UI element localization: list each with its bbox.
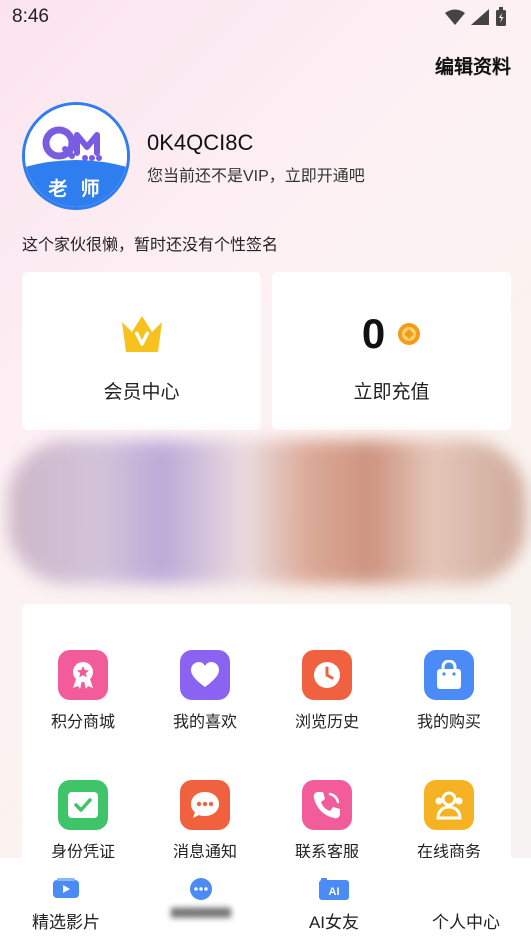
coin-icon <box>398 323 421 345</box>
username: 0K4QCI8C <box>147 130 254 155</box>
status-bar: 8:46 <box>0 0 531 34</box>
chat-icon <box>180 780 230 830</box>
menu-item-identity[interactable]: 身份凭证 <box>22 780 144 862</box>
avatar[interactable]: 老 师 <box>22 102 130 210</box>
tab-label: 精选影片 <box>32 913 100 932</box>
vip-prompt[interactable]: 您当前还不是VIP，立即开通吧 <box>147 162 365 186</box>
menu-label: 我的喜欢 <box>172 714 237 731</box>
tab-label: 个人中心 <box>432 913 500 932</box>
bottom-tab-bar: 精选影片 ▀▀▀▀▀ AI AI女友 个人中心 <box>0 858 531 946</box>
promo-banner[interactable] <box>8 440 526 584</box>
recharge-card[interactable]: 0 立即充值 <box>272 272 511 430</box>
menu-label: 积分商城 <box>50 714 115 731</box>
member-center-card[interactable]: 会员中心 <box>22 272 261 430</box>
menu-item-points-mall[interactable]: 积分商城 <box>22 650 144 732</box>
clock-icon <box>302 650 352 700</box>
tab-label: AI女友 <box>308 913 360 932</box>
wifi-icon <box>445 9 465 25</box>
badge-icon <box>58 650 108 700</box>
menu-item-purchases[interactable]: 我的购买 <box>388 650 510 732</box>
crown-icon <box>122 316 162 352</box>
member-center-label: 会员中心 <box>103 382 180 403</box>
menu-item-favorites[interactable]: 我的喜欢 <box>144 650 266 732</box>
ai-image-icon: AI <box>319 878 349 900</box>
battery-icon <box>496 7 506 26</box>
status-icons <box>445 7 507 27</box>
bag-icon <box>424 650 474 700</box>
svg-text:AI: AI <box>329 886 340 898</box>
phone-icon <box>302 780 352 830</box>
check-icon <box>58 780 108 830</box>
recharge-label: 立即充值 <box>353 382 430 403</box>
balance-value: 0 <box>361 310 386 357</box>
chat-bubble-icon <box>190 878 212 900</box>
status-time: 8:46 <box>12 6 49 27</box>
video-icon <box>53 878 79 898</box>
menu-label: 我的购买 <box>416 714 481 731</box>
signature: 这个家伙很懒，暂时还没有个性签名 <box>22 237 279 254</box>
menu-item-business[interactable]: 在线商务 <box>388 780 510 862</box>
menu-item-support[interactable]: 联系客服 <box>266 780 388 862</box>
people-icon <box>424 780 474 830</box>
feature-grid: 积分商城 我的喜欢 浏览历史 我的购买 身份凭证 消息通知 联系客服 在线商务 <box>22 604 511 874</box>
avatar-badge: 老 师 <box>48 178 104 200</box>
heart-icon <box>180 650 230 700</box>
menu-item-history[interactable]: 浏览历史 <box>266 650 388 732</box>
signal-icon <box>471 9 489 25</box>
edit-profile-button[interactable]: 编辑资料 <box>435 52 511 79</box>
menu-label: 浏览历史 <box>294 714 359 731</box>
tab-label: ▀▀▀▀▀ <box>170 908 232 927</box>
menu-item-notifications[interactable]: 消息通知 <box>144 780 266 862</box>
balance-display: 0 <box>272 310 511 358</box>
